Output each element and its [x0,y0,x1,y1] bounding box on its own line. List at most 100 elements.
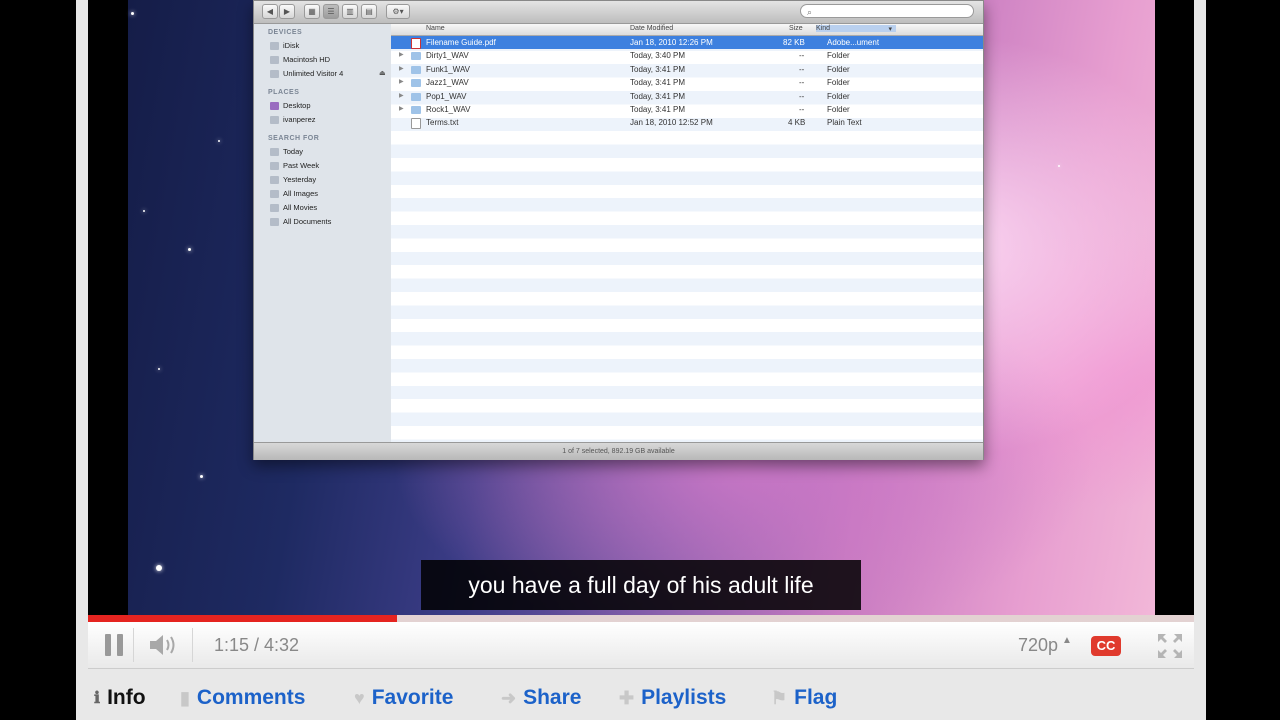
video-area[interactable]: ◀ ▶ ▦ ☰ ▥ ▤ ⚙▾ ⌕ DEVICES iDisk Macintosh… [88,0,1194,615]
icon-view-button[interactable]: ▦ [304,4,320,19]
sidebar-item-home[interactable]: ivanperez [270,115,316,124]
tab-playlists[interactable]: ✚ Playlists [619,686,726,710]
file-row[interactable]: Filename Guide.pdf Jan 18, 2010 12:26 PM… [391,36,983,50]
back-button[interactable]: ◀ [262,4,278,19]
finder-search-input[interactable]: ⌕ [800,4,974,18]
search-icon: ⌕ [807,7,813,17]
star [158,368,160,370]
plus-icon: ✚ [619,687,635,708]
list-view-button[interactable]: ☰ [323,4,339,19]
smart-folder-icon [270,203,279,212]
action-gear-button[interactable]: ⚙▾ [386,4,410,19]
column-date-modified[interactable]: Date Modified [630,25,673,32]
sidebar-item-yesterday[interactable]: Yesterday [270,175,316,184]
file-name: Dirty1_WAV [426,51,469,61]
subtitle-caption: you have a full day of his adult life [421,560,861,610]
file-size: 4 KB [788,118,806,128]
finder-toolbar: ◀ ▶ ▦ ☰ ▥ ▤ ⚙▾ ⌕ [254,1,983,24]
divider [133,628,134,662]
disk-icon [270,69,279,78]
time-display: 1:15 / 4:32 [214,635,300,655]
tab-favorite[interactable]: ♥ Favorite [354,686,453,710]
disclosure-triangle-icon[interactable]: ▶ [399,92,404,99]
text-file-icon [411,118,421,130]
column-kind[interactable]: Kind ▾ [816,25,896,33]
sidebar-item-volume[interactable]: Unlimited Visitor 4 [270,69,343,78]
sidebar-item-desktop[interactable]: Desktop [270,101,311,110]
file-row[interactable]: ▶ Jazz1_WAV Today, 3:41 PM -- Folder [391,76,983,89]
finder-window: ◀ ▶ ▦ ☰ ▥ ▤ ⚙▾ ⌕ DEVICES iDisk Macintosh… [253,0,984,460]
disclosure-triangle-icon[interactable]: ▶ [399,78,404,85]
disclosure-triangle-icon[interactable]: ▶ [399,51,404,58]
star [218,140,220,142]
star [200,475,203,478]
tab-info[interactable]: ℹ Info [94,686,146,710]
file-name: Jazz1_WAV [426,78,469,88]
tab-label: Favorite [371,686,454,709]
file-row[interactable]: ▶ Pop1_WAV Today, 3:41 PM -- Folder [391,90,983,103]
speaker-icon [150,635,175,655]
progress-bar[interactable] [88,615,1194,622]
finder-sidebar: DEVICES iDisk Macintosh HD Unlimited Vis… [254,24,392,442]
coverflow-view-button[interactable]: ▤ [361,4,377,19]
disclosure-triangle-icon[interactable]: ▶ [399,65,404,72]
smart-folder-icon [270,189,279,198]
forward-button[interactable]: ▶ [279,4,295,19]
column-view-button[interactable]: ▥ [342,4,358,19]
column-size[interactable]: Size [789,25,803,32]
fullscreen-button[interactable] [1156,632,1184,660]
disclosure-triangle-icon[interactable]: ▶ [399,105,404,112]
quality-label: 720p [1018,635,1059,655]
devices-header: DEVICES [268,29,303,36]
file-name: Funk1_WAV [426,64,471,74]
sidebar-item-macintosh-hd[interactable]: Macintosh HD [270,55,330,64]
desktop-icon [270,101,279,110]
file-kind: Folder [827,78,850,88]
file-size: -- [799,78,805,88]
volume-button[interactable] [148,631,184,659]
tab-share[interactable]: ➜ Share [501,686,581,710]
file-name: Rock1_WAV [426,105,471,114]
sidebar-item-today[interactable]: Today [270,147,303,156]
file-row[interactable]: ▶ Funk1_WAV Today, 3:41 PM -- Folder [391,63,983,76]
file-row[interactable]: ▶ Rock1_WAV Today, 3:41 PM -- Folder [391,103,983,116]
sidebar-item-idisk[interactable]: iDisk [270,41,299,50]
captions-button[interactable]: CC [1091,636,1121,656]
file-row[interactable]: Terms.txt Jan 18, 2010 12:52 PM 4 KB Pla… [391,116,983,130]
sidebar-item-past-week[interactable]: Past Week [270,161,319,170]
column-name[interactable]: Name [426,25,445,32]
file-date: Jan 18, 2010 12:52 PM [630,118,713,128]
clock-icon [270,147,279,156]
eject-icon[interactable]: ⏏ [379,69,386,77]
file-date: Today, 3:41 PM [630,64,685,74]
smart-folder-icon [270,217,279,226]
places-header: PLACES [268,89,300,96]
quality-selector[interactable]: 720p ▲ [1018,635,1072,656]
file-kind: Plain Text [827,118,862,128]
file-kind: Folder [827,105,850,114]
file-size: -- [799,51,805,61]
sidebar-item-all-images[interactable]: All Images [270,189,318,198]
star [1058,165,1060,167]
sidebar-item-all-documents[interactable]: All Documents [270,217,331,226]
tab-flag[interactable]: ⚑ Flag [771,686,837,710]
star [143,210,145,212]
file-size: -- [799,105,805,114]
tab-label: Flag [794,686,838,709]
info-icon: ℹ [94,690,101,707]
pause-button[interactable] [104,634,124,656]
tab-label: Info [107,686,146,709]
folder-icon [411,92,421,101]
tab-label: Playlists [641,686,727,709]
sidebar-item-all-movies[interactable]: All Movies [270,203,317,212]
tab-comments[interactable]: ▮ Comments [180,686,305,710]
pause-icon [105,634,111,656]
file-row[interactable]: ▶ Dirty1_WAV Today, 3:40 PM -- Folder [391,49,983,62]
heart-icon: ♥ [354,687,365,708]
home-icon [270,115,279,124]
folder-icon [411,52,421,61]
progress-bar-fill [88,615,397,622]
file-date: Today, 3:41 PM [630,91,685,101]
file-name: Terms.txt [426,118,459,128]
caret-up-icon: ▲ [1062,635,1072,646]
